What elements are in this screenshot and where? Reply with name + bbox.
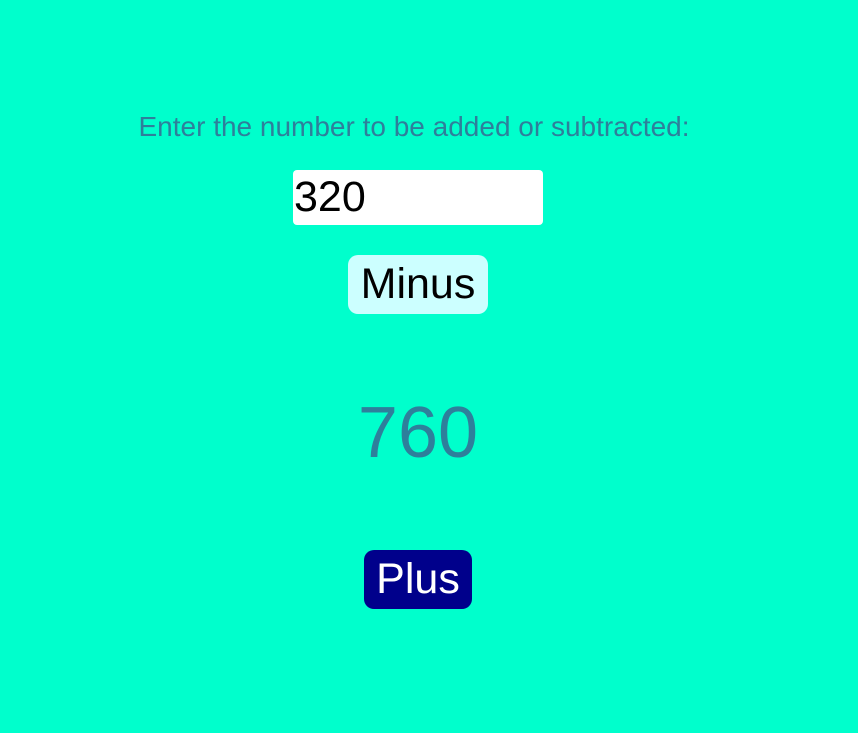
- prompt-label: Enter the number to be added or subtract…: [138, 111, 690, 142]
- plus-button[interactable]: Plus: [364, 550, 472, 609]
- number-input[interactable]: [293, 170, 543, 225]
- minus-button[interactable]: Minus: [348, 255, 488, 314]
- result-value: 760: [357, 393, 479, 473]
